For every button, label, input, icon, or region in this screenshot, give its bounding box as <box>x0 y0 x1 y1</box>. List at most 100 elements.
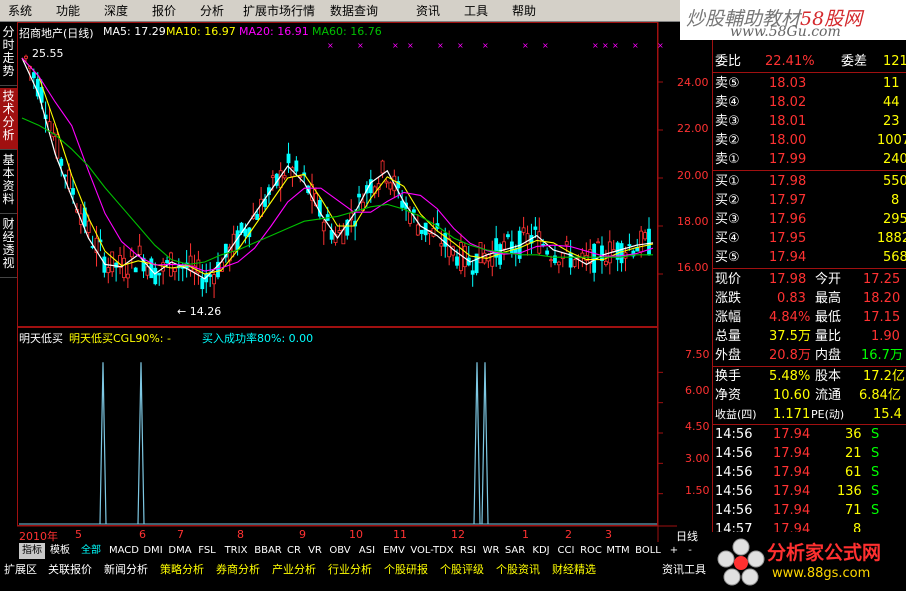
buy-4[interactable]: 买④17.951882 <box>713 229 906 248</box>
candle-body <box>639 230 644 253</box>
nav-related[interactable]: 关联报价 <box>48 562 92 578</box>
menu-data-query[interactable]: 数据查询 <box>330 0 378 22</box>
chart-area[interactable]: × × × × × × × × × × × × × × 招商地产(日线) MA5: 17.29 MA10:… <box>17 22 710 543</box>
menu-tools[interactable]: 工具 <box>464 0 488 22</box>
x-label-10: 10 <box>349 528 363 541</box>
candle-body <box>255 213 260 220</box>
tab-macd[interactable]: MACD <box>109 543 139 559</box>
sub-y-label-7-5: 7.50 <box>685 348 710 361</box>
nav-strategy[interactable]: 策略分析 <box>160 562 204 578</box>
tab-asi[interactable]: ASI <box>355 543 379 559</box>
sell-1[interactable]: 卖① 17.99 240 <box>713 150 906 169</box>
bottom-logo: 分析家公式网 www.88gs.com <box>712 532 906 591</box>
tab-wr[interactable]: WR <box>481 543 501 559</box>
tab-bbar[interactable]: BBAR <box>253 543 283 559</box>
tab-all[interactable]: 全部 <box>77 543 105 559</box>
weibi-row: 委比 22.41% 委差 121 <box>715 54 906 69</box>
tab-intraday[interactable]: 分时走势 <box>0 24 17 86</box>
tick-row: 14:56 17.94 21 S <box>715 446 880 461</box>
sub-chart-formula: 明天低买CGL90%: - <box>69 332 171 345</box>
chart-canvas[interactable]: × × × × × × × × × × × × × × <box>17 22 709 542</box>
nav-stock-info[interactable]: 个股资讯 <box>496 562 540 578</box>
candle-body <box>106 267 111 274</box>
nav-info-tools[interactable]: 资讯工具 <box>662 562 706 578</box>
candle-body <box>549 259 553 262</box>
menu-info[interactable]: 资讯 <box>416 0 440 22</box>
tab-minus[interactable]: - <box>683 543 697 559</box>
period-label[interactable]: 日线 <box>676 528 710 543</box>
sell-3[interactable]: 卖③ 18.01 23 <box>713 112 906 131</box>
nav-finance-picks[interactable]: 财经精选 <box>552 562 596 578</box>
candle-body <box>564 241 569 246</box>
candle-body <box>294 160 299 172</box>
candle-body <box>455 256 459 266</box>
buy-1[interactable]: 买① 17.98 550 <box>713 172 906 191</box>
tab-finance[interactable]: 财经透视 <box>0 216 17 278</box>
tab-roc[interactable]: ROC <box>579 543 603 559</box>
tab-cci[interactable]: CCI <box>555 543 577 559</box>
menu-function[interactable]: 功能 <box>56 0 80 22</box>
sell-4[interactable]: 卖④ 18.02 44 <box>713 93 906 112</box>
x-label-9: 9 <box>299 528 306 541</box>
menu-depth[interactable]: 深度 <box>104 0 128 22</box>
signal-spike <box>481 362 489 525</box>
tab-boll[interactable]: BOLL <box>633 543 663 559</box>
candle-body <box>337 230 342 234</box>
tab-mtm[interactable]: MTM <box>605 543 631 559</box>
tab-vr[interactable]: VR <box>305 543 325 559</box>
nav-research[interactable]: 个股研报 <box>384 562 428 578</box>
nav-news[interactable]: 新闻分析 <box>104 562 148 578</box>
tab-trix[interactable]: TRIX <box>221 543 251 559</box>
brand-url: www.58Gu.com <box>730 24 841 40</box>
tab-kdj[interactable]: KDJ <box>529 543 553 559</box>
candle-body <box>439 243 444 247</box>
sell-5[interactable]: 卖⑤ 18.03 11 <box>713 74 906 93</box>
signal-marker: × <box>357 41 364 50</box>
candle-body <box>627 244 632 247</box>
candle-body <box>321 221 326 232</box>
signal-marker: × <box>457 41 464 50</box>
tab-technical[interactable]: 技术分析 <box>0 88 17 150</box>
menu-system[interactable]: 系统 <box>8 0 32 22</box>
candle-body <box>200 277 205 290</box>
tab-template[interactable]: 模板 <box>47 543 73 559</box>
candle-body <box>596 241 600 244</box>
tab-obv[interactable]: OBV <box>327 543 353 559</box>
nav-rating[interactable]: 个股评级 <box>440 562 484 578</box>
nav-industry-chain[interactable]: 产业分析 <box>272 562 316 578</box>
signal-marker: × <box>482 41 489 50</box>
tab-cr[interactable]: CR <box>285 543 303 559</box>
menu-analysis[interactable]: 分析 <box>200 0 224 22</box>
tab-fundamentals[interactable]: 基本资料 <box>0 152 17 214</box>
nav-ext[interactable]: 扩展区 <box>4 562 37 578</box>
tab-dmi[interactable]: DMI <box>141 543 165 559</box>
y-label-20: 20.00 <box>677 169 709 182</box>
buy-2[interactable]: 买② 17.97 8 <box>713 191 906 210</box>
tab-vol-tdx[interactable]: VOL-TDX <box>409 543 455 559</box>
tab-dma[interactable]: DMA <box>167 543 193 559</box>
tab-indicator[interactable]: 指标 <box>19 543 45 559</box>
buy-3[interactable]: 买③ 17.96 295 <box>713 210 906 229</box>
nav-broker[interactable]: 券商分析 <box>216 562 260 578</box>
tab-sar[interactable]: SAR <box>503 543 527 559</box>
signal-marker: × <box>632 41 639 50</box>
sell-2[interactable]: 卖②18.001007 <box>713 131 906 150</box>
buy-5[interactable]: 买⑤ 17.94 568 <box>713 248 906 267</box>
menu-help[interactable]: 帮助 <box>512 0 536 22</box>
tab-plus[interactable]: + <box>667 543 681 559</box>
tab-emv[interactable]: EMV <box>381 543 407 559</box>
menu-quote[interactable]: 报价 <box>152 0 176 22</box>
candle-body <box>502 241 506 250</box>
x-label-8: 8 <box>237 528 244 541</box>
candle-body <box>556 261 561 266</box>
sub-y-label-3: 3.00 <box>685 452 710 465</box>
signal-marker: × <box>392 41 399 50</box>
tab-rsi[interactable]: RSI <box>457 543 479 559</box>
nav-sector[interactable]: 行业分析 <box>328 562 372 578</box>
signal-spike <box>473 362 481 525</box>
menu-extended-market[interactable]: 扩展市场行情 <box>243 0 315 22</box>
signal-marker: × <box>592 41 599 50</box>
tab-fsl[interactable]: FSL <box>195 543 219 559</box>
x-label-11: 11 <box>393 528 407 541</box>
y-label-24: 24.00 <box>677 76 709 89</box>
